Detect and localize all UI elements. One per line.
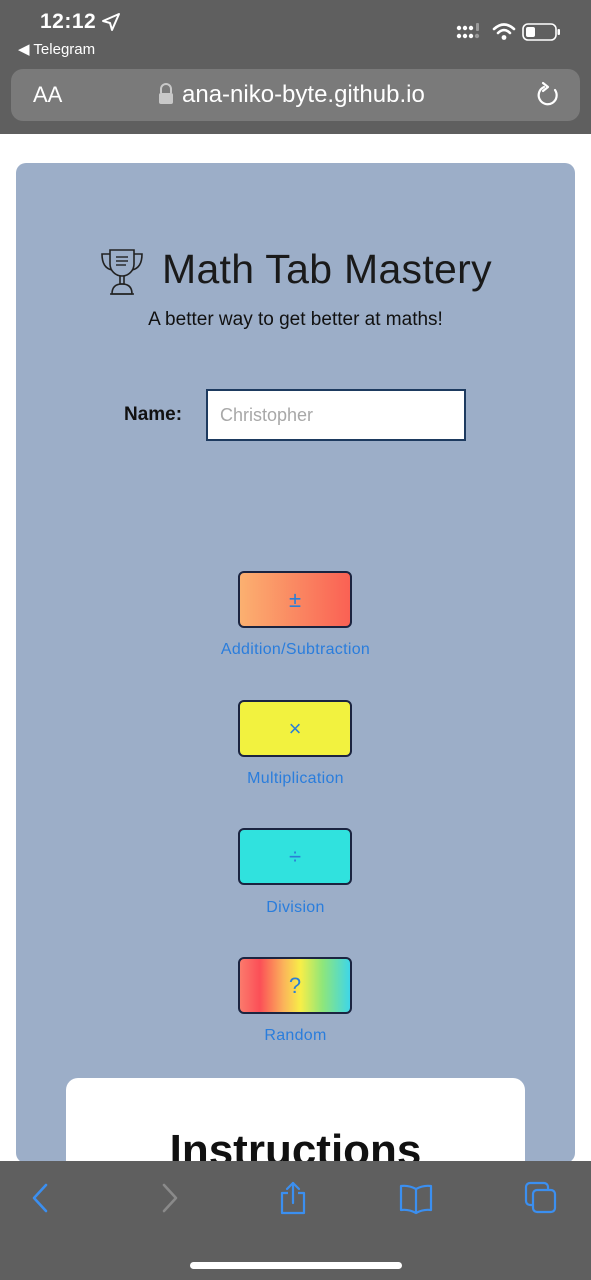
reader-text-size-button[interactable]: AA <box>33 82 62 108</box>
bookmarks-icon[interactable] <box>399 1181 433 1215</box>
addition-subtraction-button[interactable]: ± <box>238 571 352 628</box>
home-indicator[interactable] <box>190 1262 402 1269</box>
forward-arrow-icon[interactable] <box>152 1181 186 1215</box>
division-link[interactable]: Division <box>0 899 591 917</box>
cellular-signal-icon <box>456 23 480 39</box>
url-text[interactable]: ana-niko-byte.github.io <box>182 81 425 109</box>
location-arrow-icon <box>102 13 120 31</box>
random-link[interactable]: Random <box>0 1027 591 1045</box>
battery-icon <box>522 23 560 41</box>
name-input[interactable] <box>206 389 466 441</box>
multiplication-link[interactable]: Multiplication <box>0 770 591 788</box>
random-button[interactable]: ? <box>238 957 352 1014</box>
tabs-icon[interactable] <box>524 1181 558 1215</box>
addition-subtraction-link[interactable]: Addition/Subtraction <box>0 641 591 659</box>
wifi-icon <box>492 23 516 40</box>
page-title: Math Tab Mastery <box>162 246 492 292</box>
name-label: Name: <box>124 404 183 425</box>
lock-icon <box>159 83 173 104</box>
multiplication-button[interactable]: × <box>238 700 352 757</box>
share-icon[interactable] <box>276 1181 310 1215</box>
status-time: 12:12 <box>40 10 97 33</box>
back-to-app-link[interactable]: ◀ Telegram <box>18 40 95 58</box>
trophy-icon <box>101 249 143 295</box>
division-button[interactable]: ÷ <box>238 828 352 885</box>
browser-top-chrome: 12:12 ◀ Telegram AA ana-niko-byte.github… <box>0 0 591 134</box>
back-arrow-icon[interactable] <box>24 1181 58 1215</box>
reload-icon[interactable] <box>535 81 561 109</box>
page-subtitle: A better way to get better at maths! <box>148 309 443 330</box>
address-bar[interactable]: AA ana-niko-byte.github.io <box>11 69 580 121</box>
